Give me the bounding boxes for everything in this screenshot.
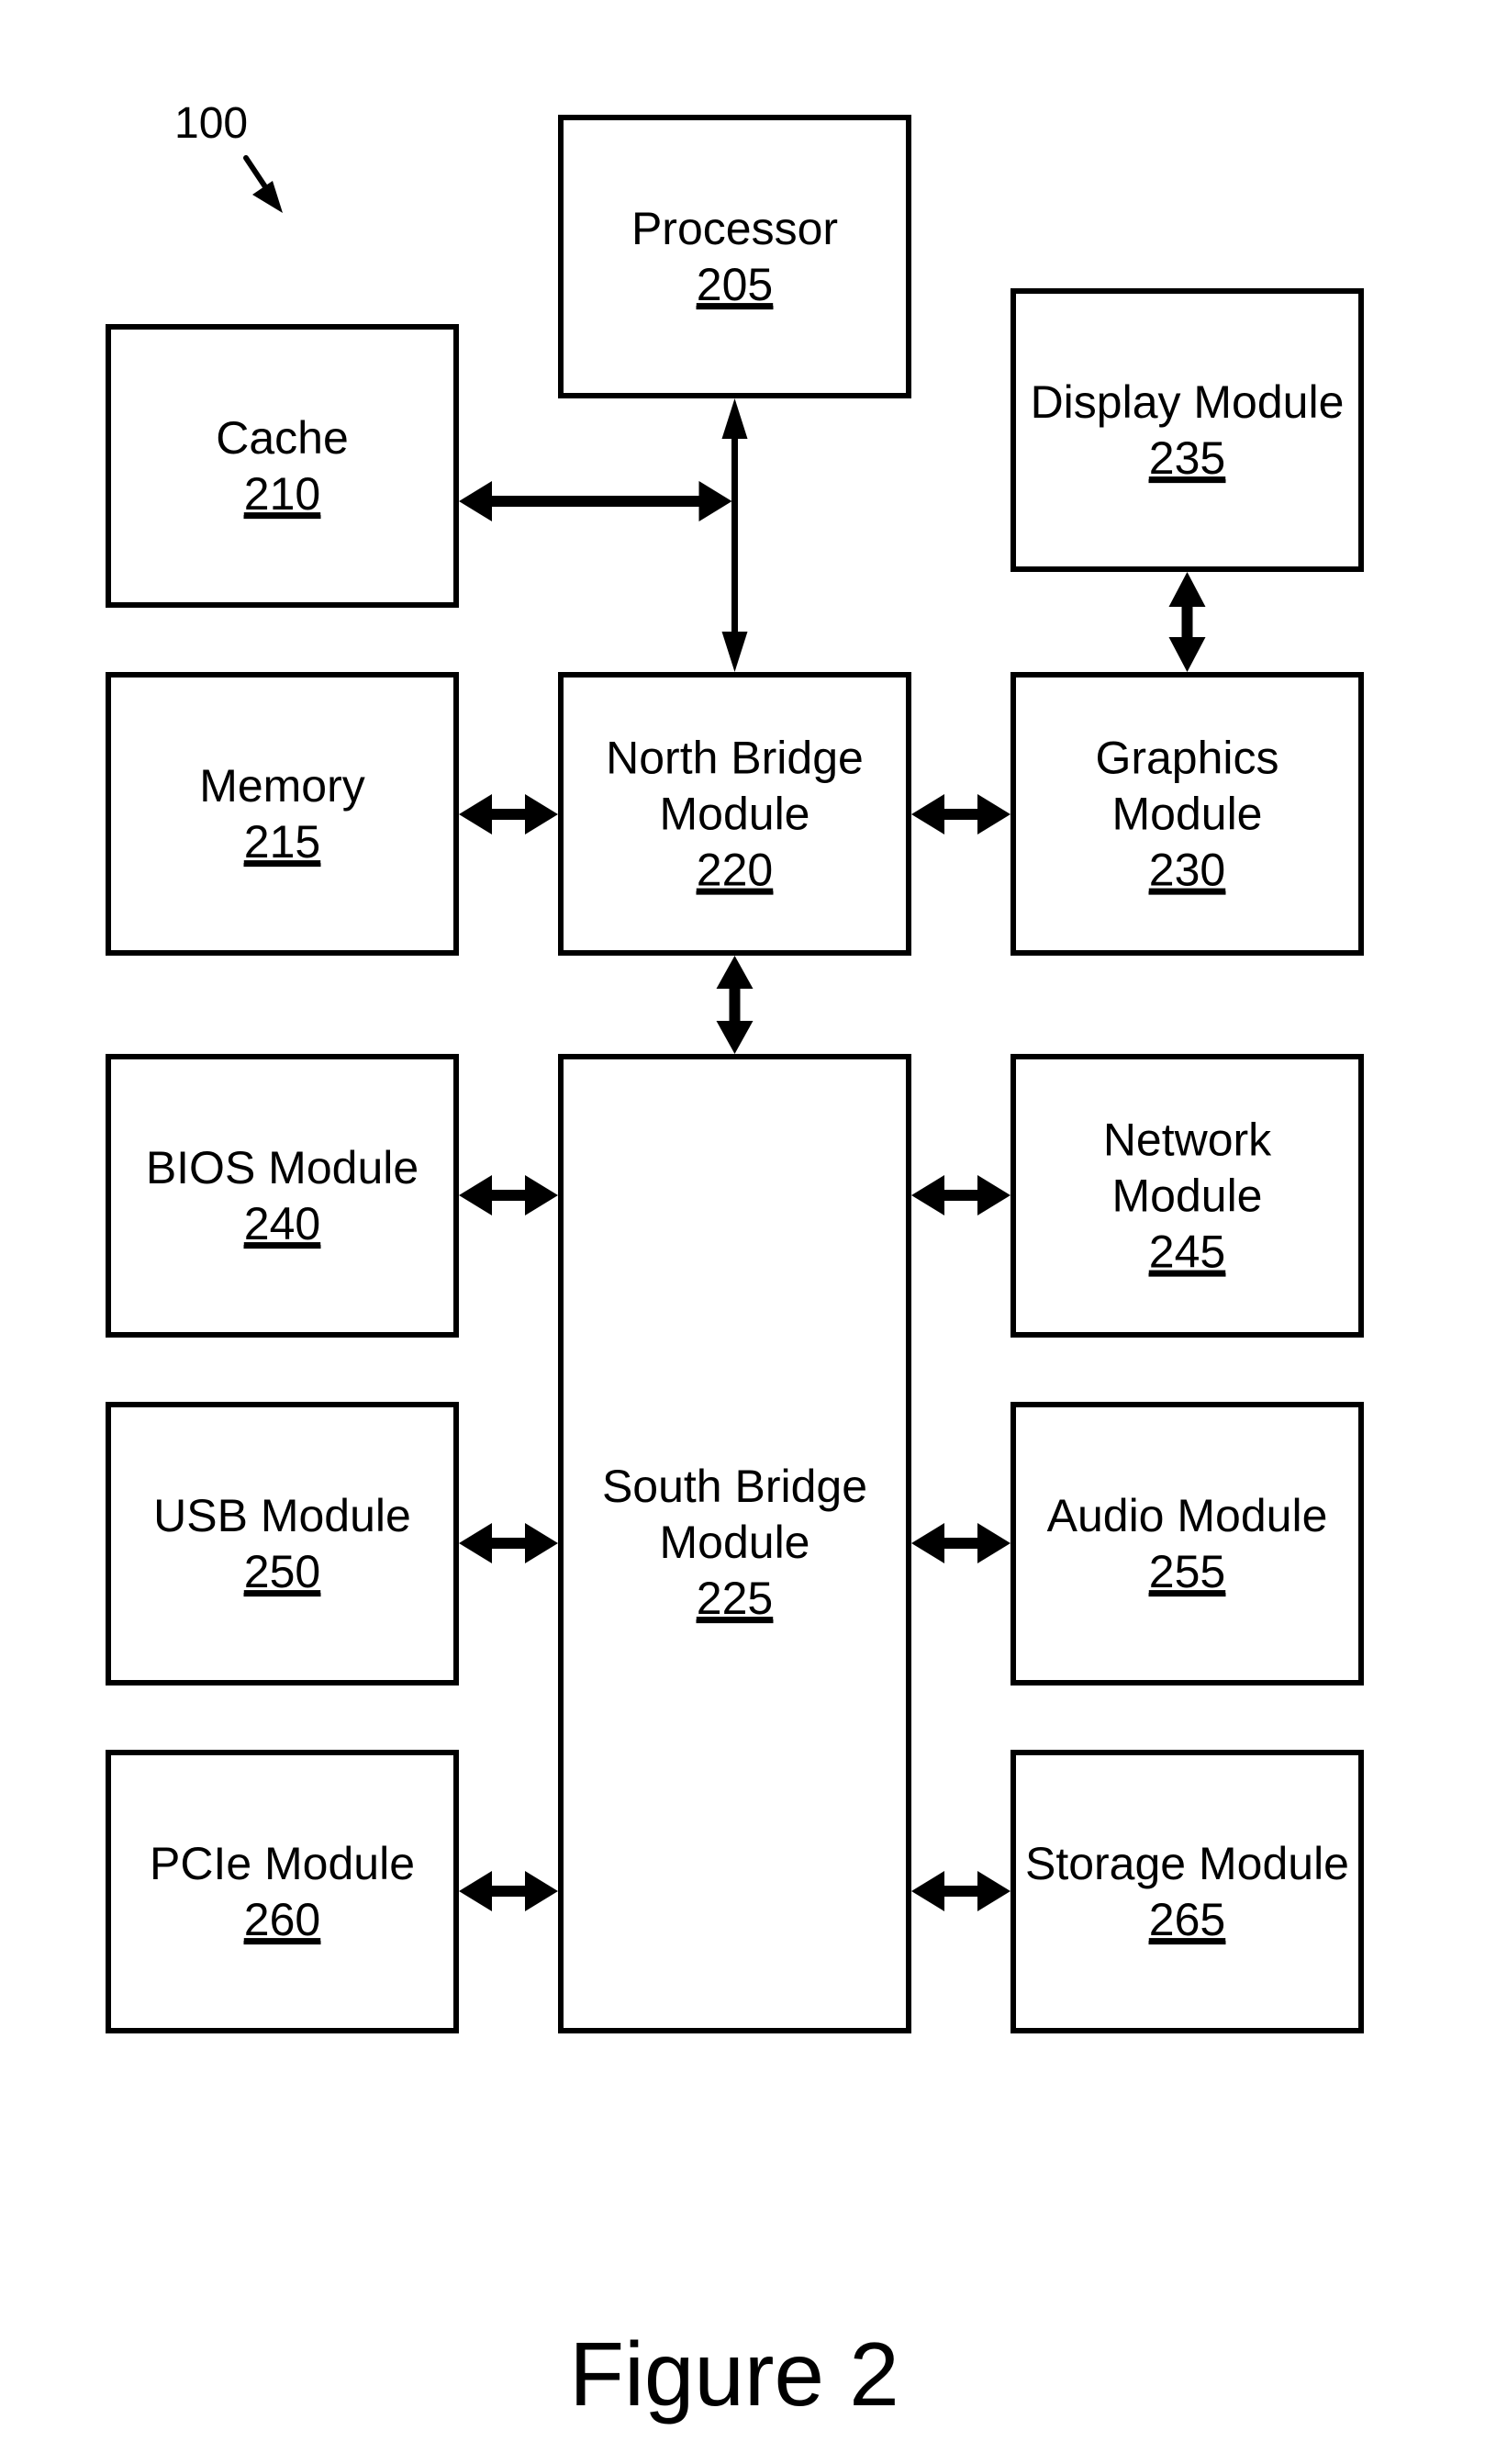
southbridge-storage-arrow-icon xyxy=(911,1871,1010,1911)
north-bridge-label: North Bridge xyxy=(606,733,864,784)
storage-reference-number: 265 xyxy=(1149,1894,1225,1945)
cache-bus-arrow-icon xyxy=(459,481,732,521)
north-bridge-label: Module xyxy=(660,789,810,840)
south-bridge-label: Module xyxy=(660,1517,810,1568)
southbridge-network-arrow-icon xyxy=(911,1175,1010,1215)
network-label: Network xyxy=(1103,1114,1272,1166)
display-label: Display Module xyxy=(1031,376,1345,428)
pcie-box-outline xyxy=(106,1750,459,2033)
south-bridge-box: South BridgeModule225 xyxy=(558,1054,911,2033)
display-box: Display Module235 xyxy=(1010,288,1364,572)
bios-box-outline xyxy=(106,1054,459,1338)
usb-box: USB Module250 xyxy=(106,1402,459,1686)
audio-box: Audio Module255 xyxy=(1010,1402,1364,1686)
processor-label: Processor xyxy=(631,203,838,254)
pcie-southbridge-arrow-icon xyxy=(459,1871,558,1911)
memory-label: Memory xyxy=(199,760,365,812)
processor-reference-number: 205 xyxy=(697,259,773,310)
graphics-label: Module xyxy=(1112,789,1263,840)
cache-box: Cache210 xyxy=(106,324,459,608)
reference-label: 100 xyxy=(174,99,248,148)
memory-reference-number: 215 xyxy=(244,816,320,868)
processor-box-outline xyxy=(558,115,911,398)
graphics-label: Graphics xyxy=(1095,733,1278,784)
pcie-label: PCIe Module xyxy=(150,1838,415,1889)
pcie-box: PCIe Module260 xyxy=(106,1750,459,2033)
processor-box: Processor205 xyxy=(558,115,911,398)
memory-box: Memory215 xyxy=(106,672,459,956)
northbridge-southbridge-arrow-icon xyxy=(716,956,754,1054)
audio-label: Audio Module xyxy=(1047,1490,1328,1541)
processor-northbridge-arrow-icon xyxy=(721,398,748,672)
cache-reference-number: 210 xyxy=(244,468,320,520)
network-box: NetworkModule245 xyxy=(1010,1054,1364,1338)
storage-box-outline xyxy=(1010,1750,1364,2033)
south-bridge-label: South Bridge xyxy=(602,1461,867,1512)
figure-caption: Figure 2 xyxy=(569,2324,899,2425)
bios-southbridge-arrow-icon xyxy=(459,1175,558,1215)
usb-southbridge-arrow-icon xyxy=(459,1523,558,1563)
audio-box-outline xyxy=(1010,1402,1364,1686)
network-label: Module xyxy=(1112,1170,1263,1222)
network-reference-number: 245 xyxy=(1149,1226,1225,1278)
display-box-outline xyxy=(1010,288,1364,572)
southbridge-audio-arrow-icon xyxy=(911,1523,1010,1563)
reference-pointer-arrow-icon xyxy=(243,155,283,213)
display-reference-number: 235 xyxy=(1149,432,1225,484)
north-bridge-reference-number: 220 xyxy=(697,845,773,896)
memory-box-outline xyxy=(106,672,459,956)
usb-reference-number: 250 xyxy=(244,1546,320,1597)
south-bridge-reference-number: 225 xyxy=(697,1573,773,1624)
bios-label: BIOS Module xyxy=(146,1142,419,1193)
cache-box-outline xyxy=(106,324,459,608)
cache-label: Cache xyxy=(216,412,349,464)
storage-label: Storage Module xyxy=(1025,1838,1349,1889)
display-graphics-arrow-icon xyxy=(1168,572,1206,672)
northbridge-graphics-arrow-icon xyxy=(911,794,1010,834)
north-bridge-box: North BridgeModule220 xyxy=(558,672,911,956)
memory-northbridge-arrow-icon xyxy=(459,794,558,834)
bios-box: BIOS Module240 xyxy=(106,1054,459,1338)
bios-reference-number: 240 xyxy=(244,1198,320,1249)
usb-box-outline xyxy=(106,1402,459,1686)
graphics-box: GraphicsModule230 xyxy=(1010,672,1364,956)
storage-box: Storage Module265 xyxy=(1010,1750,1364,2033)
usb-label: USB Module xyxy=(153,1490,411,1541)
pcie-reference-number: 260 xyxy=(244,1894,320,1945)
block-diagram: 100 Processor205Cache210Display Module23… xyxy=(106,99,1364,2425)
audio-reference-number: 255 xyxy=(1149,1546,1225,1597)
graphics-reference-number: 230 xyxy=(1149,845,1225,896)
